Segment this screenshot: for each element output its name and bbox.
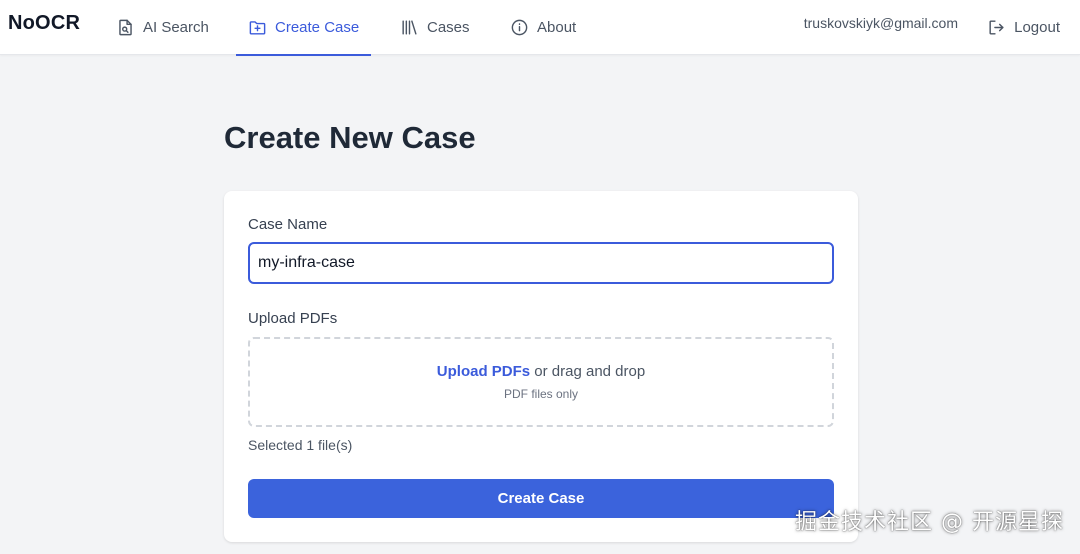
search-document-icon (119, 19, 132, 36)
logout-button[interactable]: Logout (987, 0, 1060, 55)
nav-cases[interactable]: Cases (400, 0, 470, 55)
case-name-label: Case Name (248, 216, 328, 233)
pdf-dropzone[interactable]: Upload PDFs or drag and drop PDF files o… (248, 337, 834, 427)
selected-files-status: Selected 1 file(s) (248, 437, 353, 453)
info-icon (511, 19, 528, 36)
nav-create-case-label: Create Case (275, 19, 360, 36)
upload-pdfs-link[interactable]: Upload PDFs (437, 363, 530, 380)
nav-ai-search-label: AI Search (143, 19, 209, 36)
watermark: 掘金技术社区 @ 开源星探 (795, 510, 1064, 535)
nav-ai-search[interactable]: AI Search (116, 0, 209, 55)
page-title: Create New Case (224, 120, 476, 155)
brand-logo[interactable]: NoOCR (8, 12, 80, 35)
nav-about-label: About (537, 19, 577, 36)
nav-create-case[interactable]: Create Case (235, 0, 372, 56)
dropzone-text: Upload PDFs or drag and drop (437, 363, 645, 380)
drag-drop-text: or drag and drop (530, 363, 646, 380)
user-email: truskovskiyk@gmail.com (803, 15, 958, 31)
logout-icon (989, 20, 1004, 35)
folder-plus-icon (249, 21, 266, 35)
dropzone-hint: PDF files only (503, 387, 579, 401)
nav-cases-label: Cases (427, 19, 470, 36)
library-icon (402, 20, 417, 35)
logout-label: Logout (1014, 19, 1060, 36)
create-case-form: Case Name Upload PDFs Upload PDFs or dra… (224, 191, 858, 542)
case-name-input[interactable] (248, 242, 834, 284)
nav-about[interactable]: About (510, 0, 576, 55)
top-nav: NoOCR AI Search Create Case Cases About … (0, 0, 1080, 56)
create-case-button[interactable]: Create Case (248, 479, 834, 518)
upload-pdfs-label: Upload PDFs (248, 310, 338, 327)
